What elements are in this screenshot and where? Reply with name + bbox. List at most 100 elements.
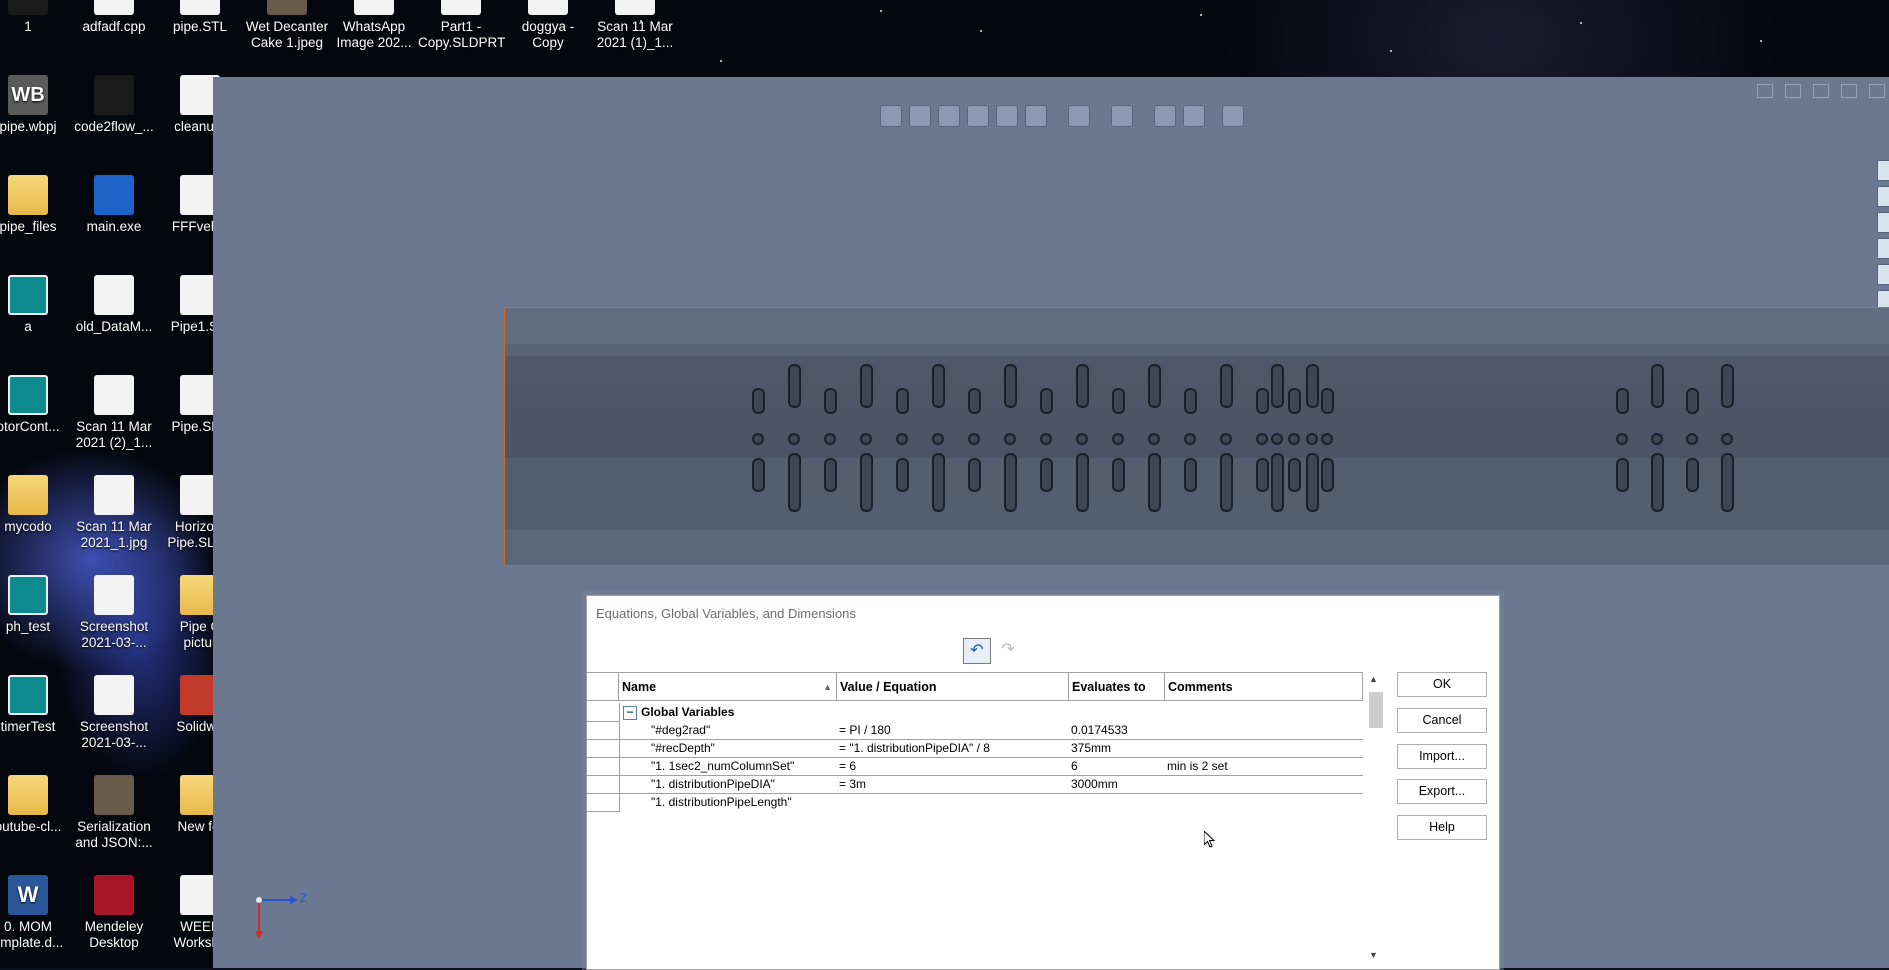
slot <box>788 364 801 408</box>
desktop-icon[interactable]: outube-cl... <box>0 775 71 835</box>
home-tab-icon[interactable] <box>1877 160 1889 181</box>
zoom-to-area-icon[interactable] <box>909 105 931 127</box>
design-library-tab-icon[interactable] <box>1877 212 1889 233</box>
scroll-down-icon[interactable]: ▼ <box>1369 950 1378 960</box>
view-settings-icon[interactable] <box>1222 105 1244 127</box>
cell-evaluates[interactable]: 375mm <box>1071 739 1111 757</box>
section-view-icon[interactable] <box>967 105 989 127</box>
desktop-icon[interactable]: Screenshot 2021-03-... <box>71 575 157 651</box>
column-header-evaluates[interactable]: Evaluates to <box>1069 673 1165 701</box>
desktop-icon[interactable]: Scan 11 Mar 2021 (1)_1... <box>592 0 678 51</box>
hole <box>1321 433 1333 445</box>
cancel-button[interactable]: Cancel <box>1397 708 1487 733</box>
column-header-name[interactable]: Name ▲ <box>619 673 837 701</box>
desktop-icon[interactable]: Wet Decanter Cake 1.jpeg <box>244 0 330 51</box>
desktop-icon-label: pipe_files <box>0 219 57 234</box>
cell-value[interactable]: = 6 <box>839 757 856 775</box>
view-orientation-icon[interactable] <box>1025 105 1047 127</box>
ok-button[interactable]: OK <box>1397 672 1487 697</box>
hide-show-items-icon[interactable] <box>1111 105 1133 127</box>
maximize-icon[interactable] <box>1841 84 1857 98</box>
section-row[interactable]: − Global Variables <box>587 703 1363 722</box>
scroll-thumb[interactable] <box>1369 692 1383 728</box>
cell-evaluates[interactable]: 0.0174533 <box>1071 721 1128 739</box>
equation-row[interactable]: "1. distributionPipeDIA" = 3m 3000mm <box>587 775 1363 794</box>
axis-triad: Z <box>255 891 307 950</box>
slot <box>1184 458 1197 492</box>
import-button[interactable]: Import... <box>1397 744 1487 769</box>
desktop-icon[interactable]: adfadf.cpp <box>71 0 157 35</box>
slot <box>1256 388 1269 414</box>
desktop-icon[interactable]: Part1 - Copy.SLDPRT <box>418 0 505 51</box>
vertical-scrollbar[interactable]: ▲ ▼ <box>1367 672 1383 969</box>
slot <box>1321 458 1334 492</box>
dynamic-annotation-icon[interactable] <box>996 105 1018 127</box>
desktop-icon[interactable]: mycodo <box>0 475 71 535</box>
slot <box>1112 388 1125 414</box>
cell-name[interactable]: "#deg2rad" <box>651 721 710 739</box>
redo-icon[interactable]: ↷ <box>997 638 1019 662</box>
cell-value[interactable]: = "1. distributionPipeDIA" / 8 <box>839 739 990 757</box>
close-icon[interactable] <box>1869 84 1885 98</box>
resources-tab-icon[interactable] <box>1877 186 1889 207</box>
cell-comments[interactable]: min is 2 set <box>1167 757 1228 775</box>
minimize-icon[interactable] <box>1813 84 1829 98</box>
file-icon <box>180 0 220 15</box>
export-button[interactable]: Export... <box>1397 779 1487 804</box>
equation-row[interactable]: "1. 1sec2_numColumnSet" = 6 6 min is 2 set <box>587 757 1363 776</box>
previous-view-icon[interactable] <box>938 105 960 127</box>
scroll-up-icon[interactable]: ▲ <box>1369 674 1378 684</box>
column-name-label: Name <box>622 680 657 694</box>
cell-value[interactable]: = 3m <box>839 775 866 793</box>
desktop-icon[interactable]: Serialization and JSON:... <box>71 775 157 851</box>
restore-icon[interactable] <box>1757 84 1773 98</box>
column-header-value[interactable]: Value / Equation <box>837 673 1069 701</box>
desktop-icon[interactable]: timerTest <box>0 675 71 735</box>
column-header-comments[interactable]: Comments <box>1165 673 1363 701</box>
cell-name[interactable]: "1. distributionPipeLength" <box>651 793 792 811</box>
help-button[interactable]: Help <box>1397 815 1487 840</box>
desktop-icon[interactable]: pipe.STL <box>157 0 243 35</box>
desktop-icon[interactable]: W 0. MOM emplate.d... <box>0 875 71 951</box>
desktop-icon[interactable]: code2flow_... <box>71 75 157 135</box>
cell-name[interactable]: "1. distributionPipeDIA" <box>651 775 775 793</box>
desktop-icon-label: ph_test <box>5 619 51 634</box>
desktop-icon[interactable]: Screenshot 2021-03-... <box>71 675 157 751</box>
desktop-icon[interactable]: otorCont... <box>0 375 71 435</box>
section-label: Global Variables <box>641 705 735 719</box>
hole <box>1040 433 1052 445</box>
hole <box>932 433 944 445</box>
desktop-icon[interactable]: a <box>0 275 71 335</box>
cell-name[interactable]: "#recDepth" <box>651 739 715 757</box>
cell-value[interactable]: = PI / 180 <box>839 721 891 739</box>
cell-evaluates[interactable]: 6 <box>1071 757 1078 775</box>
desktop-icon[interactable]: Mendeley Desktop <box>71 875 157 951</box>
display-style-icon[interactable] <box>1068 105 1090 127</box>
desktop-icon[interactable]: 1 <box>0 0 71 35</box>
apply-scene-icon[interactable] <box>1183 105 1205 127</box>
equation-row[interactable]: "#recDepth" = "1. distributionPipeDIA" / … <box>587 739 1363 758</box>
dialog-title: Equations, Global Variables, and Dimensi… <box>596 606 856 621</box>
cell-evaluates[interactable]: 3000mm <box>1071 775 1118 793</box>
collapse-icon[interactable]: − <box>623 705 637 720</box>
equation-row[interactable]: "1. distributionPipeLength" <box>587 793 1363 812</box>
desktop-icon[interactable]: doggya - Copy <box>505 0 591 51</box>
desktop-icon[interactable]: ph_test <box>0 575 71 635</box>
cell-name[interactable]: "1. 1sec2_numColumnSet" <box>651 757 794 775</box>
desktop-icon[interactable]: WhatsApp Image 202... <box>331 0 417 51</box>
edit-appearance-icon[interactable] <box>1154 105 1176 127</box>
view-palette-tab-icon[interactable] <box>1877 264 1889 285</box>
desktop-icon[interactable]: old_DataM... <box>71 275 157 335</box>
desktop-icon[interactable]: main.exe <box>71 175 157 235</box>
equation-row[interactable]: "#deg2rad" = PI / 180 0.0174533 <box>587 721 1363 740</box>
file-explorer-tab-icon[interactable] <box>1877 238 1889 259</box>
slot <box>968 388 981 414</box>
desktop-icon[interactable]: pipe_files <box>0 175 71 235</box>
desktop-icon[interactable]: Scan 11 Mar 2021_1.jpg <box>71 475 157 551</box>
desktop-icon[interactable]: WB pipe.wbpj <box>0 75 71 135</box>
tile-icon[interactable] <box>1785 84 1801 98</box>
desktop-icon[interactable]: Scan 11 Mar 2021 (2)_1... <box>71 375 157 451</box>
undo-icon[interactable]: ↶ <box>963 638 991 664</box>
pipe-model[interactable] <box>504 307 1889 566</box>
zoom-to-fit-icon[interactable] <box>880 105 902 127</box>
